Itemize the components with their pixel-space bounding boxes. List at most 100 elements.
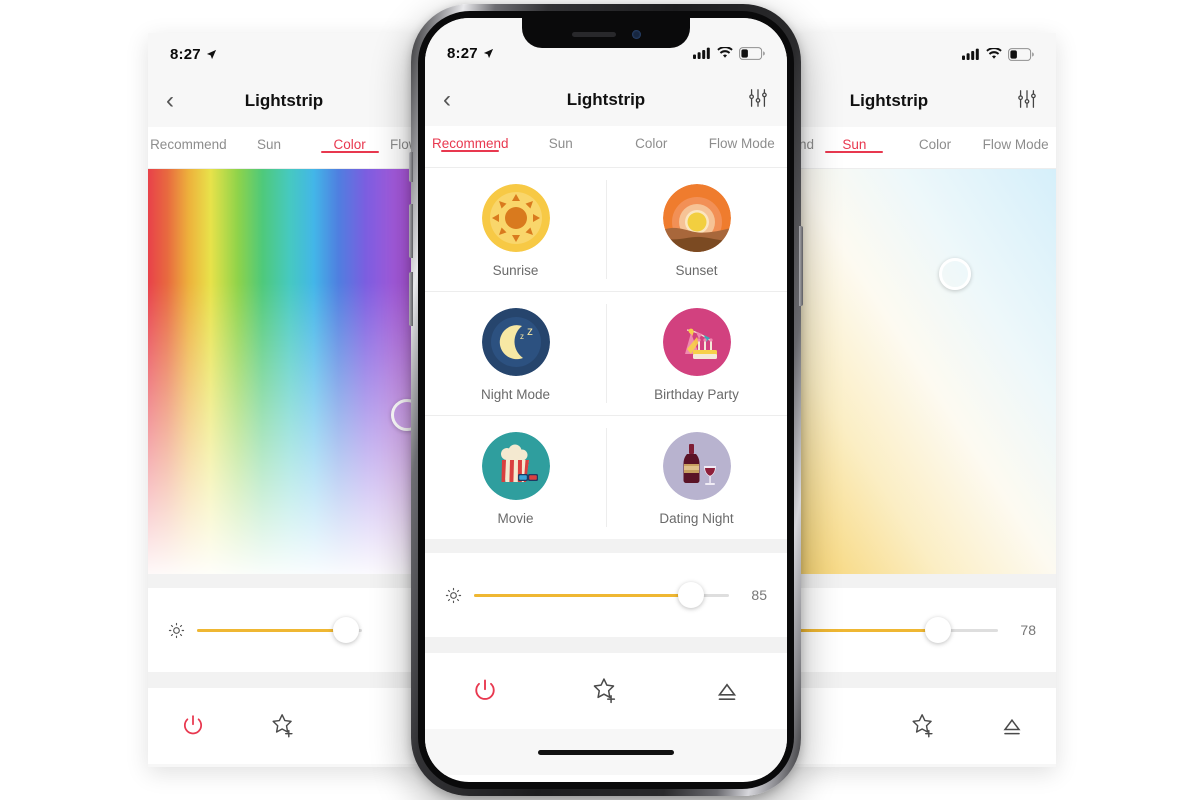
volume-up-button[interactable] [409,204,413,258]
settings-button[interactable] [747,87,769,114]
tab-bar: Recommend Sun Color Flow Mode [792,127,1056,169]
star-plus-icon [271,713,293,737]
color-picker-pad[interactable] [148,169,420,574]
brightness-fill [474,593,691,597]
home-indicator-area [148,764,420,767]
brightness-track[interactable] [197,617,362,643]
moon-icon: z z [481,308,550,376]
party-icon [662,308,731,376]
nav-bar: ‹ Lightstrip [148,75,420,127]
nav-bar: Lightstrip [792,75,1056,127]
scene-card-sunset[interactable]: Sunset [606,168,787,291]
section-gap [425,637,787,653]
speaker-grille [571,31,616,37]
scene-card-dating-night[interactable]: Dating Night [606,416,787,539]
wine-icon [662,432,731,500]
brightness-fill [197,628,346,632]
brightness-thumb[interactable] [925,617,952,643]
page-title: Lightstrip [244,91,324,110]
tab-bar: Recommend Sun Color Flow Mode [425,126,787,168]
status-indicators [962,47,1034,61]
scene-card-night-mode[interactable]: z z Night Mode [425,292,606,415]
status-time: 8:27 [170,46,217,63]
chevron-left-icon[interactable]: ‹ [166,89,174,113]
wifi-icon [986,48,1002,59]
brightness-row: 85 [425,553,787,637]
wifi-icon [717,47,733,58]
tab-color[interactable]: Color [606,126,697,151]
svg-text:z: z [520,332,524,341]
star-plus-icon [593,677,615,703]
settings-button[interactable] [1016,88,1038,115]
power-side-button[interactable] [799,226,803,306]
color-picker-handle[interactable] [939,258,971,290]
power-button[interactable] [425,676,546,706]
eject-icon [1003,718,1021,735]
tab-color[interactable]: Color [309,127,390,152]
tab-flow-mode[interactable]: Flow Mode [975,127,1056,152]
screenshot-stage: 8:27 ‹ Lightstrip Recommend Sun Color Fl… [0,0,1200,800]
brightness-fill [792,628,939,632]
mute-switch[interactable] [409,152,413,182]
scene-card-sunrise[interactable]: Sunrise [425,168,606,291]
scene-label: Birthday Party [654,387,739,402]
tab-flow-mode[interactable]: Flow Mode [697,126,788,151]
favorite-button[interactable] [880,711,968,742]
nav-bar: ‹ Lightstrip [425,74,787,126]
brightness-thumb[interactable] [677,582,704,608]
scene-label: Sunrise [492,263,539,278]
favorite-button[interactable] [546,675,667,708]
left-phone-screen: 8:27 ‹ Lightstrip Recommend Sun Color Fl… [148,33,420,767]
home-indicator-area [792,764,1056,767]
cellular-signal-icon [693,47,710,59]
tab-recommend[interactable]: Recommend [148,127,229,152]
popcorn-icon [481,432,550,500]
tab-sun[interactable]: Sun [516,126,607,151]
warm-cool-picker-pad[interactable] [792,169,1056,574]
page-title: Lightstrip [566,90,646,109]
battery-icon [739,46,765,60]
eject-icon [717,683,736,700]
brightness-icon [445,587,462,603]
power-icon [822,712,850,740]
scene-row: Movie Dating Night [425,415,787,539]
tab-sun[interactable]: Sun [229,127,310,152]
tab-sun[interactable]: Sun [814,127,895,152]
right-phone-screen: Lightstrip Recommend Sun Color Flow Mode… [792,33,1056,767]
brightness-track[interactable] [792,617,998,643]
svg-text:z: z [527,324,533,338]
brightness-track[interactable] [474,582,729,608]
brightness-row: 78 [792,588,1056,672]
favorite-button[interactable] [239,711,330,742]
notch [522,18,690,48]
scene-grid: Sunrise Sunset z z Night Mode Birthday P… [425,168,787,539]
brightness-value: 78 [1020,622,1036,638]
scene-label: Movie [497,511,534,526]
volume-down-button[interactable] [409,272,413,326]
sliders-icon [1018,89,1036,108]
scene-label: Night Mode [480,387,551,402]
star-plus-icon [911,713,933,737]
status-time: 8:27 [447,45,494,62]
share-button[interactable] [666,676,787,706]
brightness-thumb[interactable] [332,617,359,643]
status-bar [792,33,1056,75]
power-button[interactable] [148,712,239,740]
scene-row: Sunrise Sunset [425,168,787,291]
scene-label: Sunset [675,263,718,278]
sunrise-icon [481,184,550,252]
scene-card-birthday-party[interactable]: Birthday Party [606,292,787,415]
section-gap [425,539,787,553]
tab-bar: Recommend Sun Color Flow Mode [148,127,420,169]
tab-recommend[interactable]: Recommend [425,126,516,151]
eject-icon [361,712,389,740]
tab-color[interactable]: Color [895,127,976,152]
share-button[interactable] [968,712,1056,740]
chevron-left-icon[interactable]: ‹ [443,88,451,112]
location-arrow-icon [483,48,493,58]
bottom-toolbar [425,653,787,729]
scene-card-movie[interactable]: Movie [425,416,606,539]
section-gap [148,574,420,588]
cellular-signal-icon [962,48,979,60]
sunset-icon [662,184,731,252]
